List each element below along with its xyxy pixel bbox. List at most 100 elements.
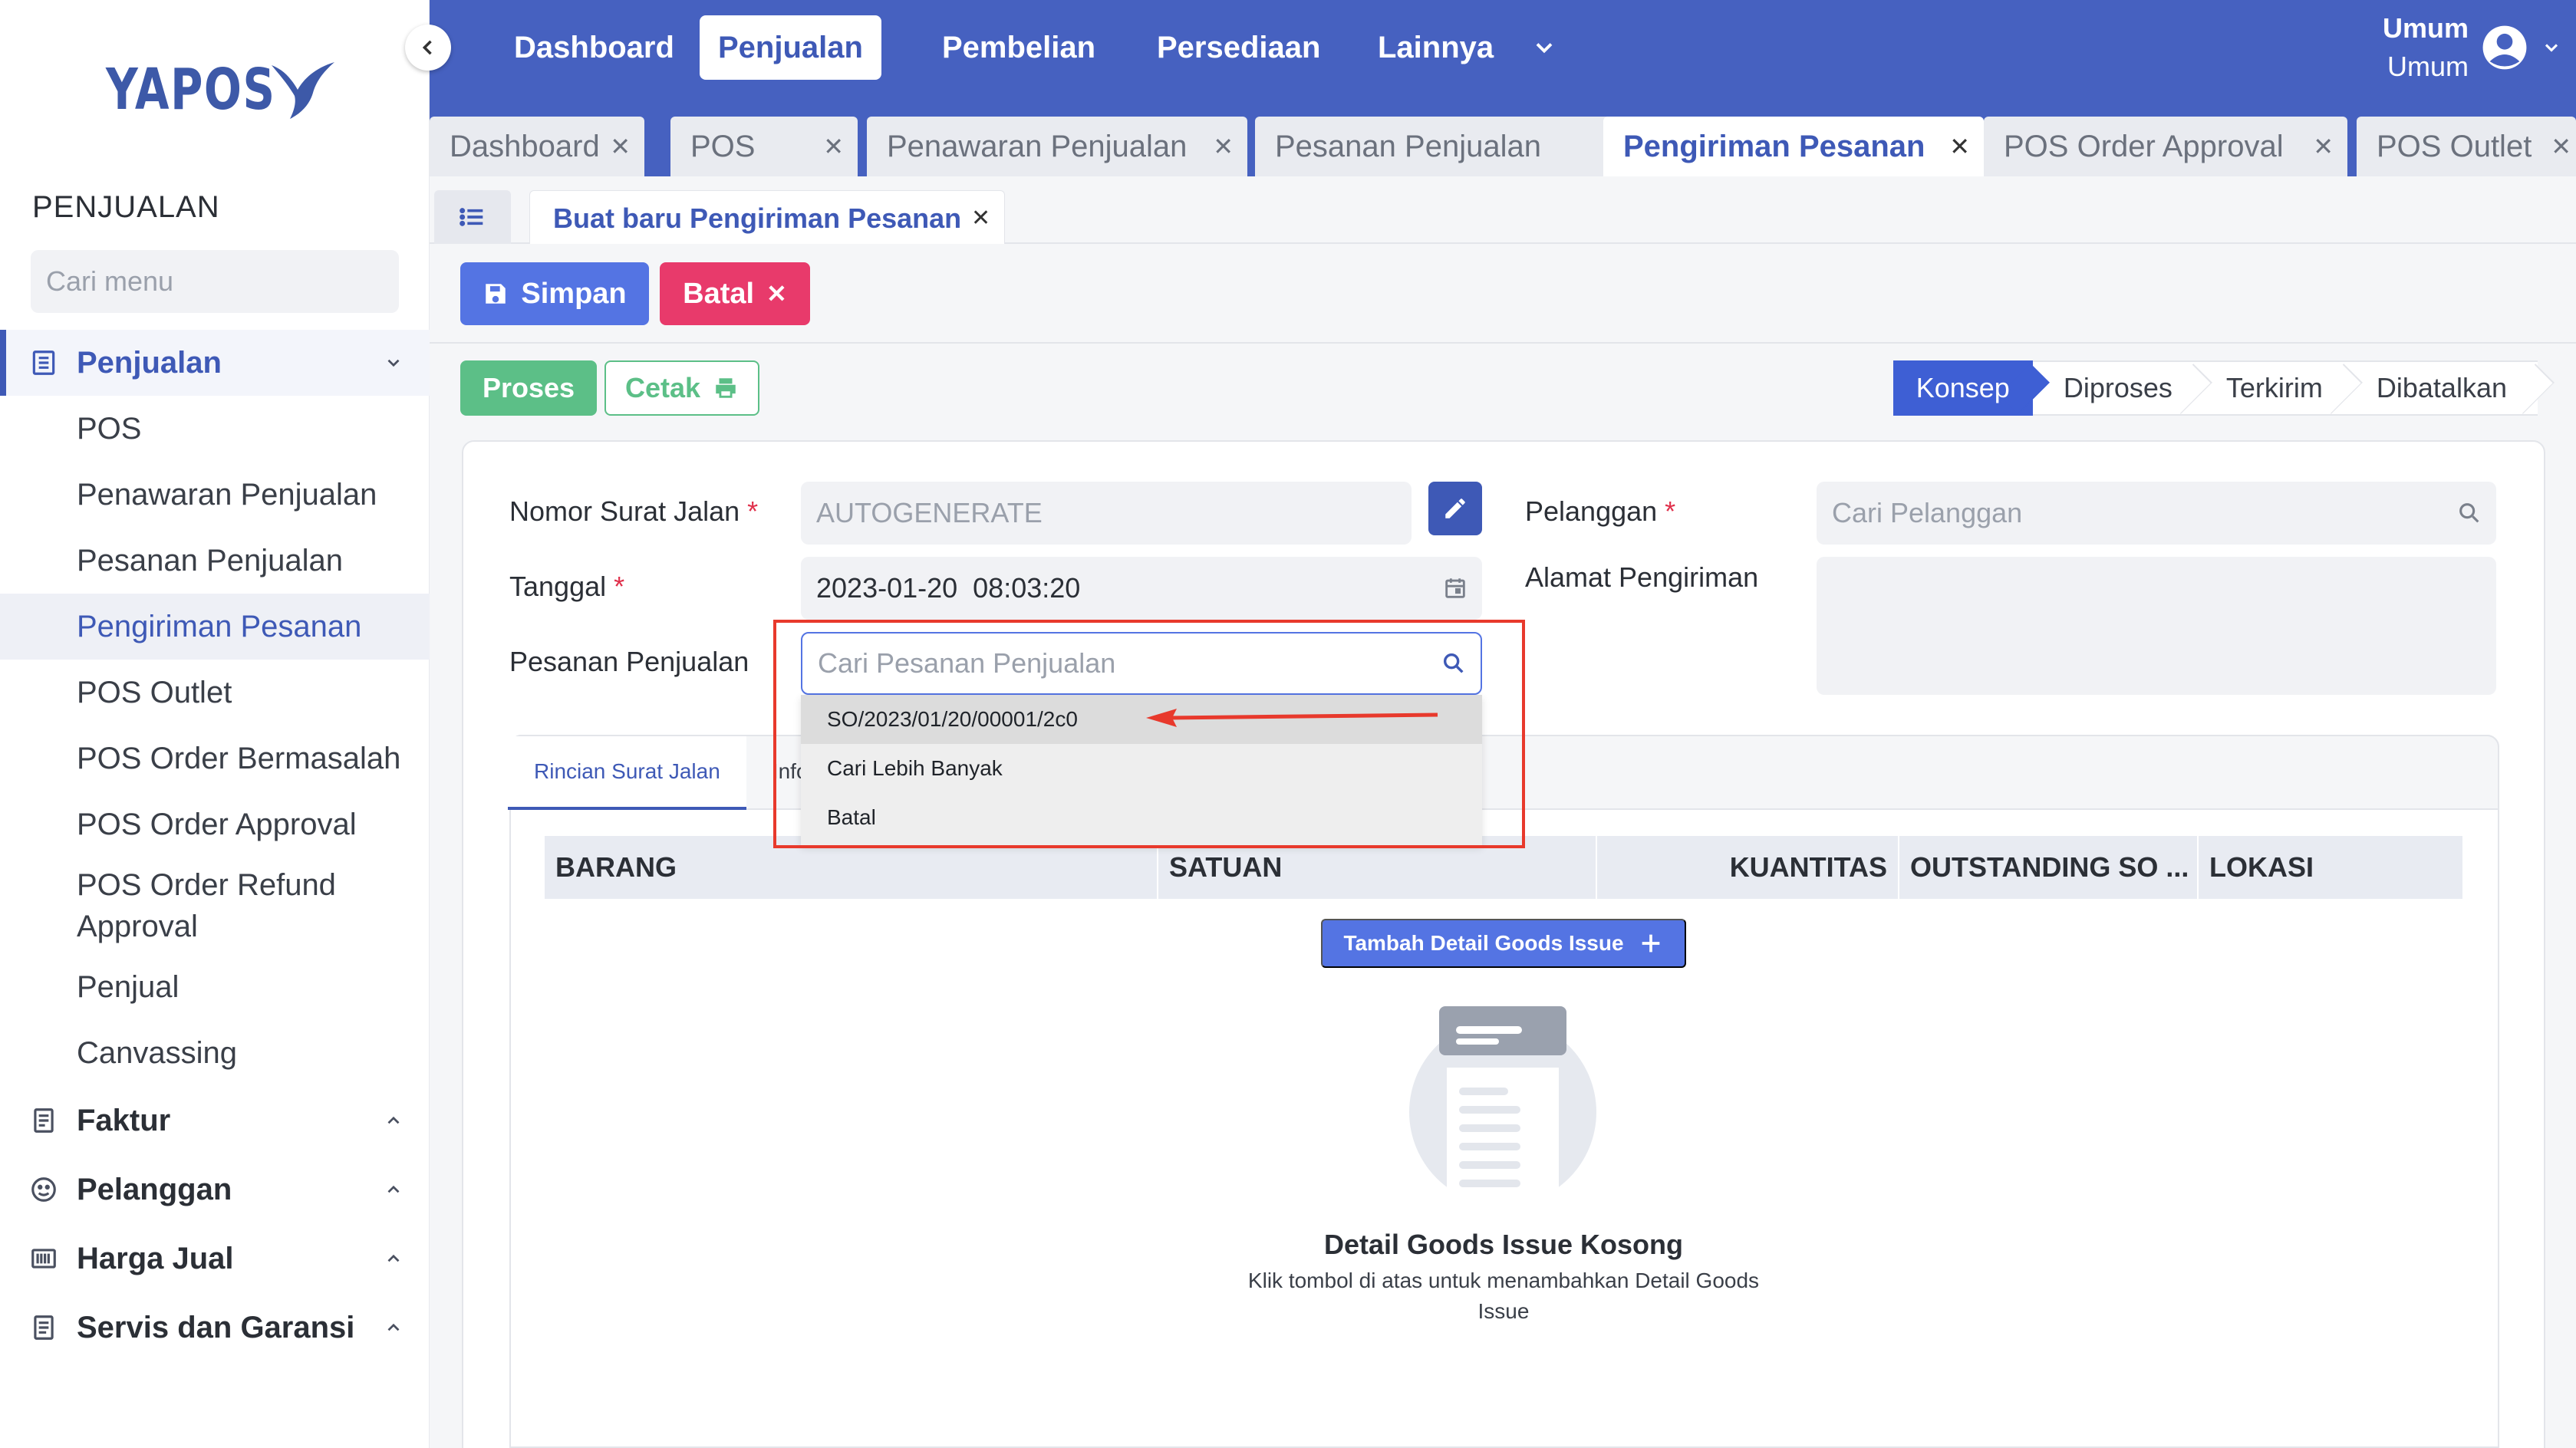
column-header-outstanding-so[interactable]: OUTSTANDING SO ... — [1899, 836, 2199, 899]
subtab-bar: Buat baru Pengiriman Pesanan ✕ — [430, 176, 2576, 245]
close-icon[interactable]: ✕ — [1213, 132, 1234, 161]
close-icon[interactable]: ✕ — [2313, 132, 2334, 161]
tanggal-field[interactable]: 2023-01-20 08:03:20 — [801, 557, 1482, 620]
edit-number-button[interactable] — [1428, 482, 1482, 535]
tanggal-label: Tanggal * — [509, 571, 624, 603]
add-detail-goods-issue-button[interactable]: Tambah Detail Goods Issue — [1321, 919, 1686, 968]
save-button[interactable]: Simpan — [460, 262, 649, 325]
collapse-sidebar-button[interactable] — [405, 25, 451, 71]
sidebar-item-pos-order-approval[interactable]: POS Order Approval — [0, 791, 430, 857]
sidebar-group-penjualan[interactable]: Penjualan — [0, 330, 430, 396]
nav-penjualan[interactable]: Penjualan — [700, 15, 881, 80]
empty-state-description: Klik tombol di atas untuk menambahkan De… — [1247, 1269, 1760, 1323]
sidebar-group-faktur[interactable]: Faktur — [0, 1086, 430, 1155]
sidebar-item-pos-order-refund-approval[interactable]: POS Order Refund Approval — [0, 857, 430, 954]
logo-text: YAPOS — [106, 57, 276, 123]
column-header-satuan[interactable]: SATUAN — [1158, 836, 1597, 899]
dropdown-option-cari-lebih-banyak[interactable]: Cari Lebih Banyak — [801, 744, 1482, 793]
step-label: Dibatalkan — [2376, 372, 2507, 403]
process-button[interactable]: Proses — [460, 360, 597, 416]
tab-penawaran-penjualan[interactable]: Penawaran Penjualan ✕ — [867, 117, 1247, 176]
dropdown-option-batal[interactable]: Batal — [801, 793, 1482, 842]
tab-label: Penawaran Penjualan — [887, 129, 1188, 163]
sidebar-group-label: Penjualan — [77, 345, 222, 380]
sidebar-item-pengiriman-pesanan[interactable]: Pengiriman Pesanan — [0, 594, 430, 660]
sidebar-section-title: PENJUALAN — [32, 190, 220, 224]
step-label: Diproses — [2063, 372, 2172, 403]
sidebar-group-harga-jual[interactable]: Harga Jual — [0, 1224, 430, 1293]
sidebar-item-penawaran-penjualan[interactable]: Penawaran Penjualan — [0, 462, 430, 528]
pelanggan-search[interactable]: Cari Pelanggan — [1817, 482, 2496, 545]
tab-pesanan-penjualan[interactable]: Pesanan Penjualan✕ — [1255, 117, 1636, 176]
bird-logo-icon — [272, 62, 334, 119]
chevron-down-icon[interactable] — [1530, 34, 1558, 61]
nomor-surat-jalan-label: Nomor Surat Jalan * — [509, 495, 758, 528]
label-text: Tanggal — [509, 571, 607, 602]
column-header-lokasi[interactable]: LOKASI — [2199, 836, 2462, 899]
user-info: Umum Umum — [2383, 9, 2469, 86]
tab-label: Pengiriman Pesanan — [1623, 129, 1925, 163]
sidebar-item-pesanan-penjualan[interactable]: Pesanan Penjualan — [0, 528, 430, 594]
sidebar-item-pos-outlet[interactable]: POS Outlet — [0, 660, 430, 726]
alamat-pengiriman-textarea[interactable] — [1817, 557, 2496, 695]
close-icon[interactable]: ✕ — [2551, 132, 2571, 161]
label-text: Nomor Surat Jalan — [509, 495, 740, 527]
sidebar-group-label: Pelanggan — [77, 1172, 232, 1206]
tab-rincian-surat-jalan[interactable]: Rincian Surat Jalan — [508, 736, 746, 810]
sidebar-group-pelanggan[interactable]: Pelanggan — [0, 1155, 430, 1224]
sidebar-item-pos[interactable]: POS — [0, 396, 430, 462]
tab-pos-outlet[interactable]: POS Outlet ✕ — [2357, 117, 2576, 176]
list-icon — [460, 208, 483, 226]
search-icon — [2459, 503, 2479, 523]
tanggal-value: 2023-01-20 08:03:20 — [816, 572, 1081, 604]
avatar-icon — [2482, 25, 2527, 70]
chevron-up-icon — [387, 1323, 400, 1331]
menu-search[interactable] — [31, 250, 403, 313]
nav-lainnya[interactable]: Lainnya — [1359, 15, 1512, 80]
printer-icon — [716, 378, 736, 398]
required-mark: * — [747, 495, 759, 527]
nav-dashboard[interactable]: Dashboard — [496, 15, 693, 80]
status-step-dibatalkan: Dibatalkan — [2345, 360, 2538, 416]
status-step-diproses: Diproses — [2032, 360, 2196, 416]
list-view-button[interactable] — [434, 190, 511, 244]
nav-pembelian[interactable]: Pembelian — [924, 15, 1114, 80]
barcode-icon — [31, 1249, 56, 1269]
column-header-kuantitas[interactable]: KUANTITAS — [1597, 836, 1899, 899]
alamat-pengiriman-label: Alamat Pengiriman — [1525, 561, 1759, 593]
yapos-logo[interactable]: YAPOS — [106, 57, 336, 123]
list-icon — [32, 350, 55, 375]
tab-pengiriman-pesanan[interactable]: Pengiriman Pesanan ✕ — [1603, 117, 1984, 176]
pesanan-penjualan-search[interactable]: Cari Pesanan Penjualan — [801, 632, 1482, 695]
sidebar-item-penjual[interactable]: Penjual — [0, 954, 430, 1020]
step-label: Konsep — [1916, 372, 2010, 403]
column-header-barang[interactable]: BARANG — [545, 836, 1158, 899]
calendar-icon[interactable] — [1442, 575, 1468, 601]
user-menu[interactable]: Umum Umum — [2383, 9, 2562, 86]
sidebar-item-pos-order-bermasalah[interactable]: POS Order Bermasalah — [0, 726, 430, 791]
sidebar-group-servis-dan-garansi[interactable]: Servis dan Garansi — [0, 1293, 430, 1362]
close-icon[interactable]: ✕ — [971, 205, 990, 232]
tab-pos-order-approval[interactable]: POS Order Approval ✕ — [1984, 117, 2347, 176]
annotation-arrow-icon — [1146, 709, 1438, 727]
status-step-konsep: Konsep — [1892, 360, 2033, 416]
menu-search-input[interactable] — [46, 265, 403, 298]
chevron-up-icon — [387, 1185, 400, 1193]
nav-persediaan[interactable]: Persediaan — [1138, 15, 1339, 80]
detail-grid-header: BARANG SATUAN KUANTITAS OUTSTANDING SO .… — [545, 836, 2462, 899]
sidebar-item-canvassing[interactable]: Canvassing — [0, 1020, 430, 1086]
close-icon[interactable]: ✕ — [610, 132, 631, 161]
empty-state-title: Detail Goods Issue Kosong — [1323, 1229, 1684, 1260]
cancel-button[interactable]: Batal ✕ — [660, 262, 810, 325]
label-text: Pelanggan — [1525, 495, 1658, 527]
close-icon[interactable]: ✕ — [823, 132, 844, 161]
tab-label: POS Order Approval — [2004, 129, 2284, 163]
tab-dashboard[interactable]: Dashboard ✕ — [430, 117, 644, 176]
status-step-terkirim: Terkirim — [2195, 360, 2346, 416]
chevron-down-icon — [387, 359, 400, 367]
subtab-new-delivery[interactable]: Buat baru Pengiriman Pesanan ✕ — [529, 190, 1006, 245]
close-icon[interactable]: ✕ — [1949, 132, 1970, 161]
search-icon — [1443, 653, 1464, 673]
print-button[interactable]: Cetak — [604, 360, 759, 416]
tab-pos[interactable]: POS ✕ — [670, 117, 858, 176]
